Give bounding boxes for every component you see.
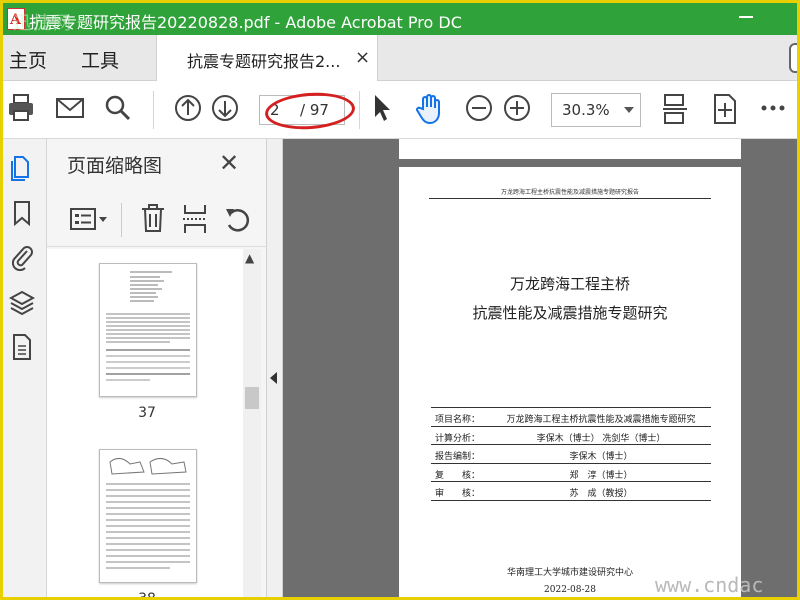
toolbar: 2 / 97 30.3%: [3, 81, 797, 139]
thumbnail-options-icon[interactable]: [69, 205, 109, 235]
info-key: 报告编制：: [435, 452, 481, 462]
document-icon[interactable]: [9, 333, 35, 361]
info-value: 李保木（博士）: [569, 452, 633, 462]
more-options-icon[interactable]: [759, 93, 787, 123]
select-cursor-icon[interactable]: [371, 93, 393, 123]
collapse-panel-handle[interactable]: [267, 139, 283, 597]
page-thumbnail[interactable]: [99, 449, 197, 583]
info-value: 李保木（博士） 冼剑华（博士）: [536, 433, 666, 444]
zoom-value: 30.3%: [562, 101, 610, 119]
left-rail: [3, 139, 47, 597]
report-title-line1: 万龙跨海工程主桥: [509, 275, 630, 293]
info-row: 审 核： 苏 成（教授）: [431, 482, 711, 501]
report-title-line2: 抗震性能及减震措施专题研究: [472, 304, 668, 322]
attachment-icon[interactable]: [9, 243, 35, 271]
info-key: 计算分析：: [435, 433, 481, 444]
print-icon[interactable]: [7, 93, 35, 123]
panel-separator: [121, 203, 122, 237]
toolbar-separator: [153, 91, 154, 129]
fit-page-icon[interactable]: [661, 93, 689, 127]
tab-close-icon[interactable]: ×: [355, 47, 370, 68]
thumbnail-page-content: [106, 271, 190, 381]
page-thumbnail[interactable]: [99, 263, 197, 397]
thumbnail-page-content: [106, 458, 190, 569]
zoom-out-icon[interactable]: [464, 93, 494, 123]
watermark-top: 迅捷网: [13, 13, 73, 34]
insert-page-icon[interactable]: [181, 203, 209, 235]
info-key: 项目名称：: [435, 415, 481, 425]
panel-close-icon[interactable]: ✕: [219, 149, 239, 177]
minimize-button[interactable]: [739, 16, 753, 18]
rotate-icon[interactable]: [223, 203, 253, 235]
trash-icon[interactable]: [139, 203, 167, 235]
info-value: 郑 淳（博士）: [569, 470, 633, 481]
chevron-left-icon: [270, 372, 277, 384]
info-value: 苏 成（教授）: [569, 489, 633, 499]
bookmark-icon[interactable]: [9, 199, 35, 227]
pdf-page: 万龙跨海工程主桥抗震性能及减震措施专题研究报告 万龙跨海工程主桥 抗震性能及减震…: [399, 167, 741, 597]
zoom-select[interactable]: 30.3%: [551, 93, 641, 127]
document-tab[interactable]: 抗震专题研究报告2... ×: [156, 35, 378, 81]
info-row: 计算分析： 李保木（博士） 冼剑华（博士）: [431, 427, 711, 445]
info-key: 复 核：: [435, 470, 481, 481]
tab-bar: 主页 工具 抗震专题研究报告2... ×: [3, 35, 797, 81]
thumbnail-scrollbar[interactable]: ▲: [243, 249, 261, 597]
thumbnail-label: 37: [138, 405, 156, 421]
window-title: 抗震专题研究报告20220828.pdf - Adobe Acrobat Pro…: [29, 13, 462, 32]
previous-page-icon[interactable]: [173, 93, 203, 123]
scrollbar-thumb[interactable]: [245, 387, 259, 409]
search-icon[interactable]: [103, 93, 133, 123]
new-tab-button[interactable]: [789, 43, 797, 73]
info-value: 万龙跨海工程主桥抗震性能及减震措施专题研究: [506, 415, 696, 425]
next-page-icon[interactable]: [210, 93, 240, 123]
info-key: 审 核：: [435, 489, 481, 499]
layers-icon[interactable]: [9, 289, 35, 317]
hand-tool-icon[interactable]: [415, 93, 445, 125]
panel-toolbar: [47, 195, 267, 247]
thumbnail-list: 37 38: [47, 249, 243, 600]
acrobat-window: A 抗震专题研究报告20220828.pdf - Adobe Acrobat P…: [0, 0, 800, 600]
zoom-in-icon[interactable]: [502, 93, 532, 123]
toolbar-separator: [359, 91, 360, 129]
report-info-table: 项目名称： 万龙跨海工程主桥抗震性能及减震措施专题研究 计算分析： 李保木（博士…: [431, 407, 711, 501]
previous-page-sliver: [399, 139, 741, 159]
watermark-bottom: www.cndac: [655, 573, 764, 597]
info-row: 复 核： 郑 淳（博士）: [431, 464, 711, 482]
info-row: 报告编制： 李保木（博士）: [431, 445, 711, 464]
page-running-header: 万龙跨海工程主桥抗震性能及减震措施专题研究报告: [429, 187, 711, 199]
thumbnail-label: 38: [138, 591, 156, 600]
chevron-up-icon[interactable]: ▲: [245, 251, 254, 265]
page-thumbnails-icon[interactable]: [9, 153, 35, 181]
title-bar: A 抗震专题研究报告20220828.pdf - Adobe Acrobat P…: [3, 3, 797, 35]
menu-tools[interactable]: 工具: [81, 46, 119, 73]
email-icon[interactable]: [55, 93, 85, 123]
panel-title: 页面缩略图: [67, 155, 163, 177]
full-screen-icon[interactable]: [711, 93, 739, 125]
info-row: 项目名称： 万龙跨海工程主桥抗震性能及减震措施专题研究: [431, 408, 711, 427]
thumbnail-panel: 页面缩略图 ✕ 37 38 ▲: [47, 139, 267, 600]
document-tab-label: 抗震专题研究报告2...: [187, 52, 341, 71]
menu-home[interactable]: 主页: [9, 46, 47, 73]
chevron-down-icon: [624, 107, 634, 113]
